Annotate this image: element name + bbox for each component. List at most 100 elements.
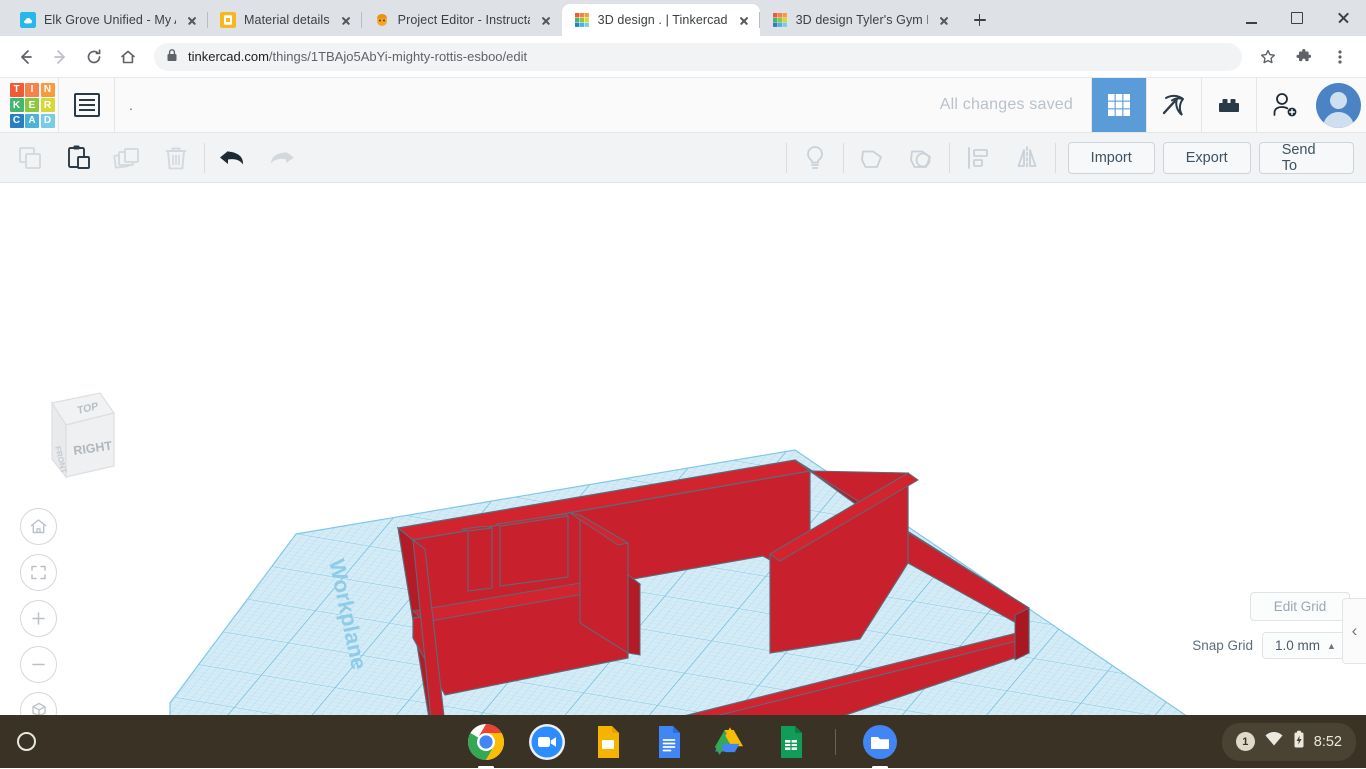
lock-icon [166, 48, 178, 65]
back-arrow-icon[interactable] [10, 41, 42, 73]
delete-icon[interactable] [151, 133, 199, 183]
divider [835, 729, 836, 755]
minimize-icon[interactable] [1228, 0, 1274, 36]
duplicate-icon[interactable] [103, 133, 151, 183]
google-docs-icon[interactable] [650, 723, 688, 761]
list-menu-icon [74, 93, 100, 117]
browser-tab-title: Elk Grove Unified - My Apps [44, 13, 176, 27]
window-controls [1228, 0, 1366, 36]
gallery-grid-icon[interactable] [1091, 78, 1146, 132]
user-avatar[interactable] [1311, 78, 1366, 132]
invite-person-icon[interactable] [1256, 78, 1311, 132]
home-view-icon[interactable] [20, 508, 57, 545]
chrome-icon[interactable] [467, 723, 505, 761]
close-icon[interactable] [736, 12, 752, 28]
export-button[interactable]: Export [1163, 142, 1251, 174]
zoom-in-icon[interactable] [20, 600, 57, 637]
forward-arrow-icon[interactable] [44, 41, 76, 73]
view-navigation-controls [20, 508, 57, 715]
zoom-out-icon[interactable] [20, 646, 57, 683]
group-icon[interactable] [848, 133, 896, 183]
panel-collapse-toggle[interactable]: ‹ [1342, 598, 1366, 664]
mirror-icon[interactable] [1002, 133, 1050, 183]
divider [204, 143, 205, 173]
logo-tile: I [25, 83, 39, 97]
system-tray[interactable]: 1 8:52 [1222, 723, 1356, 761]
clock[interactable]: 8:52 [1314, 734, 1342, 750]
puzzle-icon[interactable] [1288, 41, 1320, 73]
new-tab-button[interactable] [966, 6, 994, 34]
browser-tab[interactable]: 3D design Tyler's Gym Desi [760, 4, 960, 36]
logo-tile: N [41, 83, 55, 97]
kebab-menu-icon[interactable] [1324, 41, 1356, 73]
ungroup-icon[interactable] [896, 133, 944, 183]
close-icon[interactable] [538, 12, 554, 28]
launcher-circle-icon[interactable] [0, 732, 53, 751]
send-to-button[interactable]: Send To [1259, 142, 1354, 174]
logo-tile: K [10, 98, 24, 112]
running-indicator [478, 766, 494, 769]
close-icon[interactable] [184, 12, 200, 28]
import-button[interactable]: Import [1068, 142, 1155, 174]
design-name[interactable]: . [115, 78, 355, 132]
close-icon[interactable] [936, 12, 952, 28]
reload-icon[interactable] [78, 41, 110, 73]
shelf-app-list [467, 723, 899, 761]
edit-grid-button[interactable]: Edit Grid [1250, 592, 1350, 621]
star-icon[interactable] [1252, 41, 1284, 73]
logo-tile: T [10, 83, 24, 97]
files-icon[interactable] [861, 723, 899, 761]
perspective-toggle-icon[interactable] [20, 692, 57, 715]
snap-grid-select[interactable]: 1.0 mm ▲ [1262, 632, 1350, 659]
align-icon[interactable] [954, 133, 1002, 183]
google-drive-icon[interactable] [711, 723, 749, 761]
fit-to-view-icon[interactable] [20, 554, 57, 591]
maximize-icon[interactable] [1274, 0, 1320, 36]
browser-toolbar: tinkercad.com/things/1TBAjo5AbYi-mighty-… [0, 36, 1366, 78]
copy-icon[interactable] [6, 133, 54, 183]
close-icon[interactable] [338, 12, 354, 28]
workplane [0, 183, 1366, 715]
view-cube[interactable]: TOP FRONT RIGHT [22, 381, 122, 491]
browser-tab-active[interactable]: 3D design . | Tinkercad [562, 4, 760, 36]
zoom-icon[interactable] [528, 723, 566, 761]
redo-icon[interactable] [257, 133, 305, 183]
codeblocks-pickaxe-icon[interactable] [1146, 78, 1201, 132]
divider [786, 143, 787, 173]
wifi-icon[interactable] [1264, 731, 1284, 752]
browser-tab[interactable]: Elk Grove Unified - My Apps [8, 4, 208, 36]
running-indicator [872, 766, 888, 769]
snap-grid-label: Snap Grid [1192, 638, 1253, 653]
url-path: /things/1TBAjo5AbYi-mighty-rottis-esboo/… [269, 49, 527, 64]
close-icon[interactable] [1320, 0, 1366, 36]
url-domain: tinkercad.com [188, 49, 269, 64]
browser-tab-title: Project Editor - Instructable [398, 13, 530, 27]
url-bar[interactable]: tinkercad.com/things/1TBAjo5AbYi-mighty-… [154, 43, 1242, 71]
brick-builder-icon[interactable] [1201, 78, 1256, 132]
3d-scene: Workplane [0, 183, 1366, 715]
cloud-icon [20, 12, 36, 28]
google-slides-icon[interactable] [589, 723, 627, 761]
grid-controls: Edit Grid Snap Grid 1.0 mm ▲ [1192, 592, 1350, 659]
snap-grid-value: 1.0 mm [1275, 638, 1320, 653]
home-icon[interactable] [112, 41, 144, 73]
notification-badge[interactable]: 1 [1236, 732, 1255, 751]
undo-icon[interactable] [209, 133, 257, 183]
logo-tile: E [25, 98, 39, 112]
paste-icon[interactable] [54, 133, 102, 183]
browser-tab[interactable]: Project Editor - Instructable [362, 4, 562, 36]
designs-menu-button[interactable] [59, 78, 114, 132]
divider [843, 143, 844, 173]
browser-tab[interactable]: Material details [208, 4, 362, 36]
tinkercad-icon [772, 12, 788, 28]
google-sheets-icon[interactable] [772, 723, 810, 761]
logo-tile: R [41, 98, 55, 112]
logo-tile: A [25, 114, 39, 128]
tinkercad-header: T I N K E R C A D . All changes saved [0, 78, 1366, 133]
battery-charging-icon[interactable] [1293, 730, 1305, 754]
tinkercad-logo[interactable]: T I N K E R C A D [6, 78, 58, 132]
3d-canvas[interactable]: Workplane [0, 183, 1366, 715]
tinkercad-toolbar: Import Export Send To [0, 133, 1366, 183]
notes-lightbulb-icon[interactable] [791, 133, 839, 183]
browser-tab-strip: Elk Grove Unified - My Apps Material det… [0, 0, 1366, 36]
